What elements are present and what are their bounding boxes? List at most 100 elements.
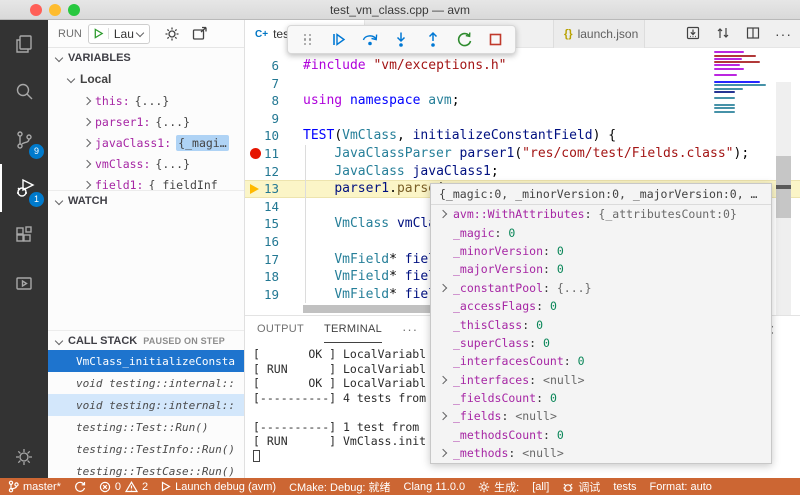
hover-tree-row[interactable]: _methods: <null> (431, 444, 771, 462)
call-stack-frame[interactable]: testing::Test::Run() (48, 416, 244, 438)
build-target-item[interactable]: [all] (532, 481, 549, 493)
sidebar-item-remote-preview[interactable] (0, 260, 48, 308)
run-tests-button[interactable] (685, 25, 701, 44)
open-debug-console-button[interactable] (192, 26, 209, 41)
debug-status-item[interactable]: 调试 (562, 479, 600, 495)
hover-tree-row[interactable]: _minorVersion: 0 (431, 242, 771, 260)
sidebar-item-run-debug[interactable]: 1 (0, 164, 48, 212)
call-stack-frame[interactable]: testing::TestInfo::Run() (48, 438, 244, 460)
hover-tree-row[interactable]: avm::WithAttributes: {_attributesCount:0… (431, 205, 771, 223)
call-stack-section-header[interactable]: CALL STACK PAUSED ON STEP (48, 330, 244, 350)
sidebar-item-search[interactable] (0, 68, 48, 116)
launch-debug-label: Launch debug (avm) (175, 481, 276, 493)
line-number-gutter[interactable]: 10 (245, 127, 291, 145)
hover-tree-row[interactable]: _interfaces: <null> (431, 371, 771, 389)
line-number-gutter[interactable]: 17 (245, 251, 291, 269)
line-number-gutter[interactable]: 15 (245, 215, 291, 233)
hover-tree-row[interactable]: _interfacesCount: 0 (431, 352, 771, 370)
line-number-gutter[interactable]: 16 (245, 233, 291, 251)
variables-section-header[interactable]: VARIABLES (48, 48, 244, 68)
hover-tree-row[interactable]: _fields: <null> (431, 407, 771, 425)
line-number-gutter[interactable]: 11 (245, 145, 291, 163)
minimap-line (714, 58, 742, 60)
tab-launch-json[interactable]: {} launch.json (553, 20, 645, 48)
chevron-down-icon (55, 196, 63, 204)
minimap-line (714, 68, 744, 70)
scope-local[interactable]: Local (48, 68, 244, 90)
breakpoint-icon[interactable] (250, 148, 261, 159)
line-number-gutter[interactable]: 14 (245, 198, 291, 216)
watch-section-header[interactable]: WATCH (48, 190, 244, 210)
variable-row[interactable]: vmClass:{...} (48, 153, 244, 174)
call-stack-list: VmClass_initializeConstavoid testing::in… (48, 350, 244, 478)
format-status-item[interactable]: Format: auto (650, 481, 712, 493)
panel-more-actions-button[interactable]: ··· (402, 322, 418, 337)
line-number-gutter[interactable]: 18 (245, 268, 291, 286)
variable-row[interactable]: this:{...} (48, 90, 244, 111)
call-stack-frame[interactable]: VmClass_initializeConsta (48, 350, 244, 372)
variable-name: vmClass: (95, 157, 150, 171)
indent-guide (305, 215, 306, 233)
start-debug-button[interactable] (89, 28, 109, 39)
hover-tree-row[interactable]: _constantPool: {...} (431, 279, 771, 297)
vertical-scrollbar[interactable] (776, 82, 791, 315)
manage-button[interactable] (0, 446, 48, 468)
launch-config-select[interactable]: Lau (88, 24, 150, 44)
variable-row[interactable]: parser1:{...} (48, 111, 244, 132)
toolbar-drag-handle[interactable] (295, 28, 321, 52)
hover-tree-row[interactable]: _superClass: 0 (431, 334, 771, 352)
variable-row[interactable]: javaClass1:{_magi… (48, 132, 244, 153)
minimap-line (714, 88, 743, 90)
hover-tree-row[interactable]: _fieldsCount: 0 (431, 389, 771, 407)
current-line-marker (776, 185, 791, 189)
call-stack-frame[interactable]: void testing::internal:: (48, 372, 244, 394)
hover-variable-value: 0 (536, 318, 543, 332)
continue-button[interactable] (326, 28, 352, 52)
launch-debug-status-item[interactable]: Launch debug (avm) (161, 481, 276, 493)
kit-status-item[interactable]: Clang 11.0.0 (404, 481, 466, 493)
chevron-right-icon (439, 284, 447, 292)
restart-button[interactable] (451, 28, 477, 52)
split-editor-button[interactable] (745, 25, 761, 44)
sidebar-item-source-control[interactable]: 9 (0, 116, 48, 164)
more-actions-button[interactable]: ··· (775, 26, 792, 42)
stop-button[interactable] (482, 28, 508, 52)
hover-tree-row[interactable]: _accessFlags: 0 (431, 297, 771, 315)
hover-tree-row[interactable]: _magic: 0 (431, 223, 771, 241)
line-number-gutter[interactable]: 13 (245, 180, 291, 198)
hover-tree-row[interactable]: _majorVersion: 0 (431, 260, 771, 278)
tab-output[interactable]: OUTPUT (257, 316, 304, 343)
call-stack-frame[interactable]: testing::TestCase::Run() (48, 460, 244, 478)
open-changes-button[interactable] (715, 25, 731, 44)
sync-status-item[interactable] (74, 481, 86, 493)
problems-status-item[interactable]: 0 2 (99, 481, 148, 493)
search-icon (13, 81, 35, 103)
step-into-button[interactable] (388, 28, 414, 52)
minimap[interactable] (712, 50, 773, 190)
call-stack-frame[interactable]: void testing::internal:: (48, 394, 244, 416)
debug-settings-button[interactable] (164, 26, 180, 42)
build-status-item[interactable]: 生成: (478, 479, 519, 495)
line-number-gutter[interactable]: 7 (245, 75, 291, 93)
gripper-icon (304, 34, 312, 46)
cmake-status-item[interactable]: CMake: Debug: 就绪 (289, 479, 390, 495)
tests-status-item[interactable]: tests (613, 481, 636, 493)
branch-status-item[interactable]: master* (8, 480, 61, 493)
minimap-line (714, 104, 735, 106)
indent-guide (305, 268, 306, 286)
line-number-gutter[interactable]: 8 (245, 92, 291, 110)
step-out-button[interactable] (420, 28, 446, 52)
horizontal-scrollbar[interactable] (303, 305, 435, 313)
tab-terminal[interactable]: TERMINAL (324, 316, 382, 343)
line-number-gutter[interactable]: 19 (245, 286, 291, 304)
variable-row[interactable]: field1:{_fieldInf (48, 174, 244, 190)
hover-tree-row[interactable]: _methodsCount: 0 (431, 426, 771, 444)
step-over-button[interactable] (357, 28, 383, 52)
hover-tree-row[interactable]: _thisClass: 0 (431, 315, 771, 333)
line-number-gutter[interactable]: 12 (245, 163, 291, 181)
sidebar-item-extensions[interactable] (0, 212, 48, 260)
sidebar-item-explorer[interactable] (0, 20, 48, 68)
line-number-gutter[interactable]: 9 (245, 110, 291, 128)
split-editor-icon (745, 25, 761, 41)
line-number-gutter[interactable]: 6 (245, 57, 291, 75)
